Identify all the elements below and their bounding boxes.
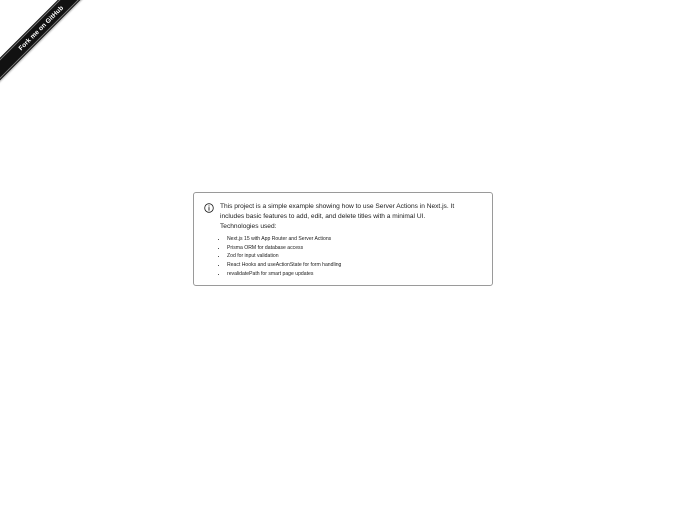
- page: Fork me on GitHub This project is a simp…: [0, 0, 688, 512]
- list-item: revalidatePath for smart page updates: [227, 270, 480, 279]
- info-alert: This project is a simple example showing…: [193, 192, 493, 286]
- list-item: Zod for input validation: [227, 252, 480, 261]
- alert-body: This project is a simple example showing…: [220, 202, 480, 277]
- github-ribbon-container: Fork me on GitHub: [0, 0, 110, 110]
- list-item: Prisma ORM for database access: [227, 244, 480, 253]
- fork-me-on-github-ribbon[interactable]: Fork me on GitHub: [0, 0, 100, 87]
- info-circle-icon: [204, 203, 214, 213]
- list-item: Next.js 15 with App Router and Server Ac…: [227, 235, 480, 244]
- list-item: React Hooks and useActionState for form …: [227, 261, 480, 270]
- ribbon-label: Fork me on GitHub: [17, 4, 65, 52]
- alert-description: This project is a simple example showing…: [220, 203, 455, 220]
- technologies-heading: Technologies used:: [220, 223, 277, 230]
- technologies-list: Next.js 15 with App Router and Server Ac…: [220, 235, 480, 279]
